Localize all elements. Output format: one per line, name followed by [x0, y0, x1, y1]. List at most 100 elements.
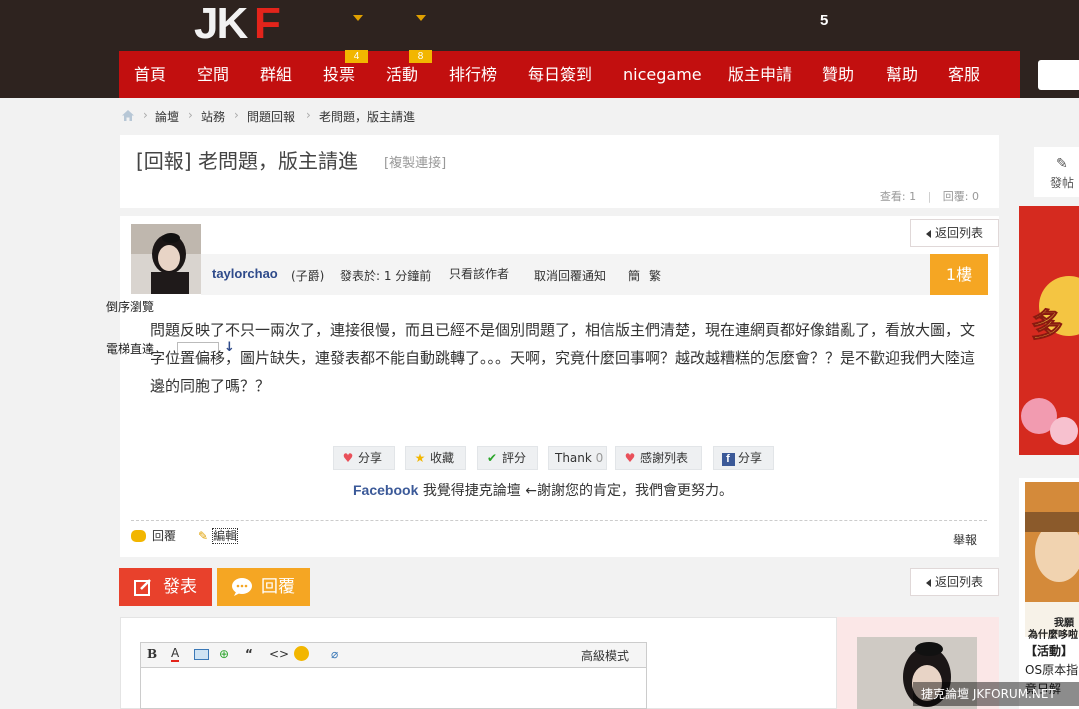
nav-item-groups[interactable]: 群組 [260, 51, 292, 98]
search-input[interactable] [1038, 60, 1079, 90]
svg-text:JK: JK [194, 0, 248, 42]
author-rank: (子爵) [291, 269, 325, 283]
facebook-share-label: 分享 [738, 451, 763, 465]
chevron-right-icon: › [306, 108, 311, 122]
cancel-reply-notify[interactable]: 取消回覆通知 [534, 267, 606, 284]
quote-icon[interactable]: “ [245, 647, 253, 661]
pencil-icon: ✎ [198, 529, 209, 543]
speech-bubble-icon [131, 530, 146, 542]
dropdown-arrow-icon[interactable] [353, 15, 363, 21]
editor-toolbar: B A ⊕ “ <> ⌀ 高級模式 [140, 642, 647, 668]
breadcrumb-current: 老問題，版主請進 [319, 110, 416, 124]
nav-item-home[interactable]: 首頁 [134, 51, 166, 98]
reply-label: 回覆 [261, 577, 295, 597]
ad-caption-2: 為什麼哆啦 [1028, 630, 1078, 641]
svg-text:F: F [254, 0, 281, 42]
nav-item-checkin[interactable]: 每日簽到 [528, 51, 592, 98]
chat-bubble-icon [232, 578, 252, 596]
nav-item-space[interactable]: 空間 [197, 51, 229, 98]
chevron-left-icon [926, 579, 931, 587]
thread-title: [回報] 老問題，版主請進 [136, 149, 358, 173]
events-badge: 8 [409, 50, 432, 63]
sidebar-post-label: 發帖 [1050, 176, 1075, 190]
nav-item-moderator-apply[interactable]: 版主申請 [728, 51, 792, 98]
report-link[interactable]: 舉報 [953, 531, 977, 548]
share-button[interactable]: ♥ 分享 [333, 446, 395, 470]
breadcrumb-issue-report[interactable]: 問題回報 [247, 108, 295, 125]
back-to-list-button-bottom[interactable]: 返回列表 [910, 568, 999, 596]
thread-header: [回報] 老問題，版主請進 [複製連接] 查看: 1 | 回覆: 0 [120, 135, 999, 208]
code-icon[interactable]: <> [269, 647, 289, 661]
thanks-list-label: 感謝列表 [640, 451, 689, 465]
facebook-link[interactable]: Facebook [353, 482, 418, 498]
facebook-icon: f [720, 447, 736, 469]
back-to-list-label: 返回列表 [935, 226, 984, 240]
views-count: 查看: 1 [879, 190, 917, 203]
check-icon: ✔ [486, 451, 498, 465]
rate-label: 評分 [502, 451, 527, 465]
advanced-mode-link[interactable]: 高級模式 [581, 647, 629, 664]
replies-count: 回覆: 0 [942, 190, 979, 203]
home-icon[interactable] [121, 109, 135, 125]
author-name[interactable]: taylorchao [212, 266, 278, 281]
author-info-bar: taylorchao (子爵) 發表於: 1 分鐘前 只看該作者 取消回覆通知 … [201, 254, 987, 295]
facebook-like-line: Facebook 我覺得捷克論壇 ←謝謝您的肯定，我們會更努力。 [353, 480, 733, 500]
simplified-link[interactable]: 簡 [628, 267, 640, 284]
image-icon[interactable] [194, 649, 209, 660]
author-avatar[interactable] [131, 224, 201, 294]
stats-separator: | [927, 190, 932, 203]
back-to-list-button[interactable]: 返回列表 [910, 219, 999, 247]
vote-badge: 4 [345, 50, 368, 63]
edit-label: 編輯 [212, 528, 239, 544]
thread-stats: 查看: 1 | 回覆: 0 [880, 188, 979, 204]
thank-button[interactable]: Thank 0 [548, 446, 607, 470]
reply-link[interactable]: 回覆 [131, 527, 176, 544]
emoji-icon[interactable] [294, 646, 309, 661]
star-icon: ★ [414, 451, 426, 465]
new-post-button[interactable]: 發表 [119, 568, 212, 606]
main-nav: 首頁 空間 群組 投票 4 活動 8 排行榜 每日簽到 nicegame 版主申… [119, 50, 1020, 98]
activity-desc: OS原本指 [1025, 663, 1079, 677]
sidebar-post-button[interactable]: ✎ 發帖 [1034, 147, 1079, 197]
rate-button[interactable]: ✔ 評分 [477, 446, 538, 470]
activity-label[interactable]: 【活動】 [1025, 642, 1073, 659]
reply-textarea[interactable] [140, 668, 647, 709]
reverse-browse-link[interactable]: 倒序瀏覽 [106, 298, 154, 315]
nav-item-sponsor[interactable]: 贊助 [822, 51, 854, 98]
breadcrumb-site-affairs[interactable]: 站務 [201, 108, 225, 125]
favorite-button[interactable]: ★ 收藏 [405, 446, 466, 470]
only-author-link[interactable]: 只看該作者 [449, 265, 509, 282]
compose-icon [134, 579, 151, 596]
facebook-like-text: 我覺得捷克論壇 ←謝謝您的肯定，我們會更努力。 [422, 483, 733, 499]
thank-label: Thank [555, 451, 592, 465]
share-label: 分享 [358, 451, 383, 465]
bold-icon[interactable]: B [147, 647, 157, 661]
edit-link[interactable]: ✎ 編輯 [198, 527, 239, 544]
dropdown-arrow-icon[interactable] [416, 15, 426, 21]
traditional-link[interactable]: 繁 [649, 267, 661, 284]
nav-item-support[interactable]: 客服 [948, 51, 980, 98]
facebook-share-button[interactable]: f 分享 [713, 446, 774, 470]
heart-icon: ♥ [342, 451, 354, 465]
font-color-icon[interactable]: A [171, 647, 180, 662]
nav-item-help[interactable]: 幫助 [886, 51, 918, 98]
notification-count[interactable]: 5 [820, 12, 828, 29]
breadcrumb-forum[interactable]: 論壇 [155, 108, 179, 125]
favorite-label: 收藏 [430, 451, 455, 465]
chevron-right-icon: › [234, 108, 239, 122]
link-add-icon[interactable]: ⊕ [219, 647, 229, 661]
chevron-right-icon: › [188, 108, 193, 122]
post-content: 問題反映了不只一兩次了，連接很慢，而且已經不是個別問題了，相信版主們清楚，現在連… [150, 321, 976, 395]
copy-link[interactable]: [複製連接] [384, 152, 446, 171]
sidebar-ad-banner[interactable]: 多 [1019, 206, 1079, 455]
back-to-list-label: 返回列表 [935, 575, 984, 589]
svg-text:多: 多 [1031, 306, 1063, 344]
thanks-list-button[interactable]: ♥ 感謝列表 [615, 446, 702, 470]
chevron-left-icon [926, 230, 931, 238]
attachment-icon[interactable]: ⌀ [331, 647, 338, 661]
nav-item-nicegame[interactable]: nicegame [623, 51, 702, 98]
site-watermark: 捷克論壇 JKFORUM.NET [913, 682, 1079, 706]
nav-item-ranking[interactable]: 排行榜 [449, 51, 497, 98]
jkf-logo[interactable]: JK F [194, 0, 300, 48]
reply-button[interactable]: 回覆 [217, 568, 310, 606]
